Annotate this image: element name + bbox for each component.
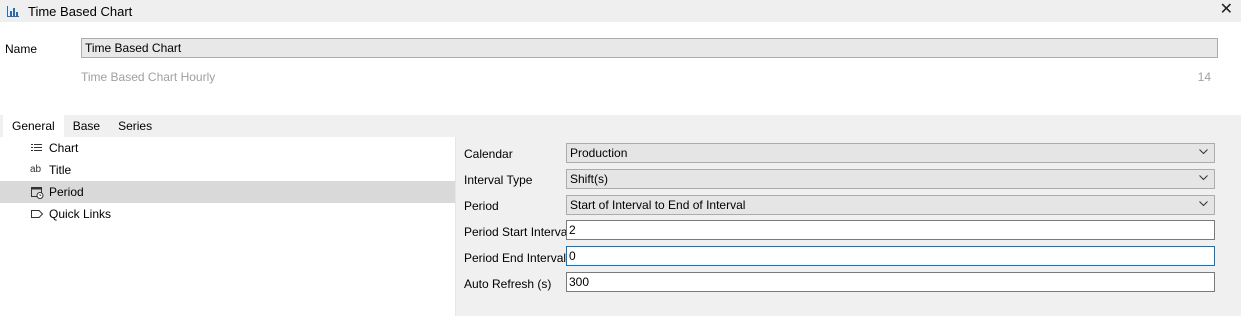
tab-general[interactable]: General (3, 115, 64, 137)
tab-series[interactable]: Series (109, 115, 161, 137)
period-select[interactable]: Start of Interval to End of Interval (566, 195, 1215, 215)
tab-base[interactable]: Base (64, 115, 109, 137)
bar-chart-icon (7, 6, 19, 17)
text-ab-icon: ab (30, 164, 42, 175)
name-label: Name (5, 42, 38, 56)
tree-item-quick-links[interactable]: Quick Links (0, 203, 455, 225)
period-end-input[interactable] (566, 246, 1215, 266)
calendar-clock-icon (31, 187, 44, 199)
tab-strip: General Base Series (0, 115, 1241, 137)
period-start-label: Period Start Intervals (464, 225, 577, 239)
tree-item-label: Chart (49, 141, 79, 155)
name-input[interactable] (81, 38, 1218, 58)
period-label: Period (464, 199, 499, 213)
interval-type-label: Interval Type (464, 173, 533, 187)
tree-item-label: Title (49, 163, 72, 177)
auto-refresh-input[interactable] (566, 272, 1215, 292)
character-count: 14 (1197, 70, 1211, 84)
list-icon (31, 144, 42, 151)
tree-item-label: Period (49, 185, 84, 199)
tree-item-chart[interactable]: Chart (0, 137, 455, 159)
chevron-down-icon (1199, 175, 1208, 181)
interval-type-select[interactable]: Shift(s) (566, 169, 1215, 189)
chevron-down-icon (1199, 149, 1208, 155)
calendar-label: Calendar (464, 147, 513, 161)
auto-refresh-label: Auto Refresh (s) (464, 277, 552, 291)
tree-item-title[interactable]: ab Title (0, 159, 455, 181)
tag-icon (31, 210, 44, 218)
section-tree: Chart ab Title Period Quick Links (0, 137, 455, 316)
tree-item-label: Quick Links (49, 207, 112, 221)
period-value: Start of Interval to End of Interval (570, 198, 746, 212)
window-title: Time Based Chart (28, 4, 133, 19)
properties-panel: Calendar Production Interval Type Shift(… (456, 137, 1241, 316)
calendar-value: Production (570, 146, 628, 160)
close-icon[interactable]: ✕ (1220, 1, 1233, 19)
chevron-down-icon (1199, 201, 1208, 207)
interval-type-value: Shift(s) (570, 172, 609, 186)
tree-item-period[interactable]: Period (0, 181, 455, 203)
calendar-select[interactable]: Production (566, 143, 1215, 163)
period-end-label: Period End Intervals (464, 251, 573, 265)
period-start-input[interactable] (566, 220, 1215, 240)
description-text: Time Based Chart Hourly (81, 70, 216, 84)
title-bar: Time Based Chart ✕ (0, 0, 1241, 22)
